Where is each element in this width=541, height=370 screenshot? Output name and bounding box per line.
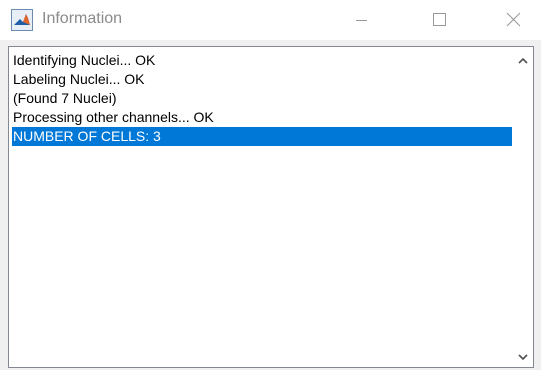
minimize-icon [356, 20, 367, 21]
matlab-icon [11, 9, 33, 31]
minimize-button[interactable] [338, 0, 384, 40]
chevron-down-icon [518, 354, 528, 361]
list-item[interactable]: Labeling Nuclei... OK [12, 70, 512, 89]
maximize-button[interactable] [417, 0, 463, 40]
information-window: Information Identifying Nuclei... OK Lab… [0, 0, 541, 370]
chevron-up-icon [518, 57, 528, 64]
scroll-down-button[interactable] [513, 347, 533, 367]
maximize-icon [433, 13, 446, 26]
list-item[interactable]: (Found 7 Nuclei) [12, 89, 512, 108]
list-item[interactable]: Processing other channels... OK [12, 108, 512, 127]
list-item-selected[interactable]: NUMBER OF CELLS: 3 [12, 127, 512, 146]
window-title: Information [42, 10, 123, 27]
vertical-scrollbar[interactable] [513, 47, 533, 367]
close-button[interactable] [492, 0, 538, 40]
scroll-up-button[interactable] [513, 51, 533, 71]
list-items: Identifying Nuclei... OK Labeling Nuclei… [12, 51, 512, 146]
close-icon [506, 12, 521, 27]
list-item[interactable]: Identifying Nuclei... OK [12, 51, 512, 70]
title-bar[interactable]: Information [0, 0, 541, 40]
message-listbox[interactable]: Identifying Nuclei... OK Labeling Nuclei… [8, 46, 534, 368]
